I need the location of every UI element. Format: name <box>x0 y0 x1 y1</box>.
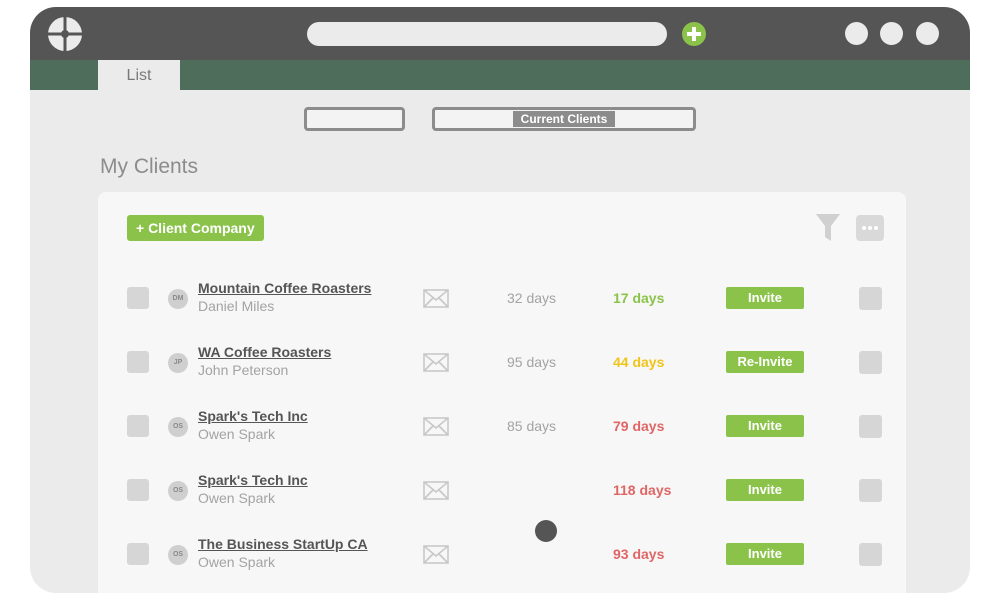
avatar: OS <box>168 481 188 501</box>
add-client-company-button[interactable]: + Client Company <box>127 215 264 241</box>
plus-circle-icon[interactable] <box>682 22 706 46</box>
client-company-link[interactable]: WA Coffee Roasters <box>198 344 331 360</box>
envelope-icon[interactable] <box>423 417 449 436</box>
days-status: 93 days <box>613 546 665 562</box>
client-contact-name: Daniel Miles <box>198 298 275 314</box>
row-end-checkbox[interactable] <box>859 543 882 566</box>
invite-button[interactable]: Invite <box>726 543 804 565</box>
window-control-2[interactable] <box>880 22 903 45</box>
days-status: 79 days <box>613 418 665 434</box>
segment-left[interactable] <box>304 107 405 131</box>
crosshair-logo-icon[interactable] <box>47 16 83 52</box>
avatar: OS <box>168 417 188 437</box>
mouse-cursor-indicator <box>535 520 557 542</box>
client-company-link[interactable]: Spark's Tech Inc <box>198 408 308 424</box>
days-since-contact: 95 days <box>507 354 557 370</box>
more-dots-glyph <box>862 226 878 230</box>
row-end-checkbox[interactable] <box>859 351 882 374</box>
days-status: 17 days <box>613 290 665 306</box>
segment-current-label: Current Clients <box>513 111 615 127</box>
client-company-link[interactable]: Mountain Coffee Roasters <box>198 280 371 296</box>
tab-list[interactable]: List <box>98 60 180 90</box>
invite-button[interactable]: Invite <box>726 415 804 437</box>
days-status: 118 days <box>613 482 672 498</box>
url-bar[interactable] <box>307 22 667 46</box>
window-control-3[interactable] <box>916 22 939 45</box>
client-row: OS The Business StartUp CA Owen Spark 93… <box>98 530 906 578</box>
invite-button[interactable]: Invite <box>726 479 804 501</box>
clients-card: + Client Company DM Mountain Coffee Roas… <box>98 192 906 593</box>
row-checkbox[interactable] <box>127 287 149 309</box>
row-checkbox[interactable] <box>127 543 149 565</box>
avatar: JP <box>168 353 188 373</box>
envelope-icon[interactable] <box>423 545 449 564</box>
client-row: OS Spark's Tech Inc Owen Spark 85 days 7… <box>98 402 906 450</box>
row-checkbox[interactable] <box>127 351 149 373</box>
row-end-checkbox[interactable] <box>859 287 882 310</box>
envelope-icon[interactable] <box>423 481 449 500</box>
avatar: DM <box>168 289 188 309</box>
row-checkbox[interactable] <box>127 415 149 437</box>
row-end-checkbox[interactable] <box>859 415 882 438</box>
more-dots-icon[interactable] <box>856 215 884 241</box>
invite-button[interactable]: Invite <box>726 287 804 309</box>
client-row: OS Spark's Tech Inc Owen Spark 118 days … <box>98 466 906 514</box>
envelope-icon[interactable] <box>423 289 449 308</box>
envelope-icon[interactable] <box>423 353 449 372</box>
funnel-icon[interactable] <box>816 214 840 242</box>
days-since-contact: 85 days <box>507 418 557 434</box>
page-title: My Clients <box>100 155 199 178</box>
app-window: List Current Clients My Clients + Client… <box>30 7 970 593</box>
segment-current-clients[interactable]: Current Clients <box>432 107 696 131</box>
re-invite-button[interactable]: Re-Invite <box>726 351 804 373</box>
client-contact-name: Owen Spark <box>198 554 276 570</box>
client-contact-name: Owen Spark <box>198 426 276 442</box>
days-status: 44 days <box>613 354 665 370</box>
client-contact-name: John Peterson <box>198 362 289 378</box>
client-company-link[interactable]: Spark's Tech Inc <box>198 472 308 488</box>
client-row: JP WA Coffee Roasters John Peterson 95 d… <box>98 338 906 386</box>
days-since-contact: 32 days <box>507 290 557 306</box>
row-checkbox[interactable] <box>127 479 149 501</box>
client-row: DM Mountain Coffee Roasters Daniel Miles… <box>98 274 906 322</box>
row-end-checkbox[interactable] <box>859 479 882 502</box>
avatar: OS <box>168 545 188 565</box>
client-contact-name: Owen Spark <box>198 490 276 506</box>
title-bar <box>30 7 970 60</box>
client-company-link[interactable]: The Business StartUp CA <box>198 536 368 552</box>
window-control-1[interactable] <box>845 22 868 45</box>
tab-strip: List <box>30 60 970 90</box>
